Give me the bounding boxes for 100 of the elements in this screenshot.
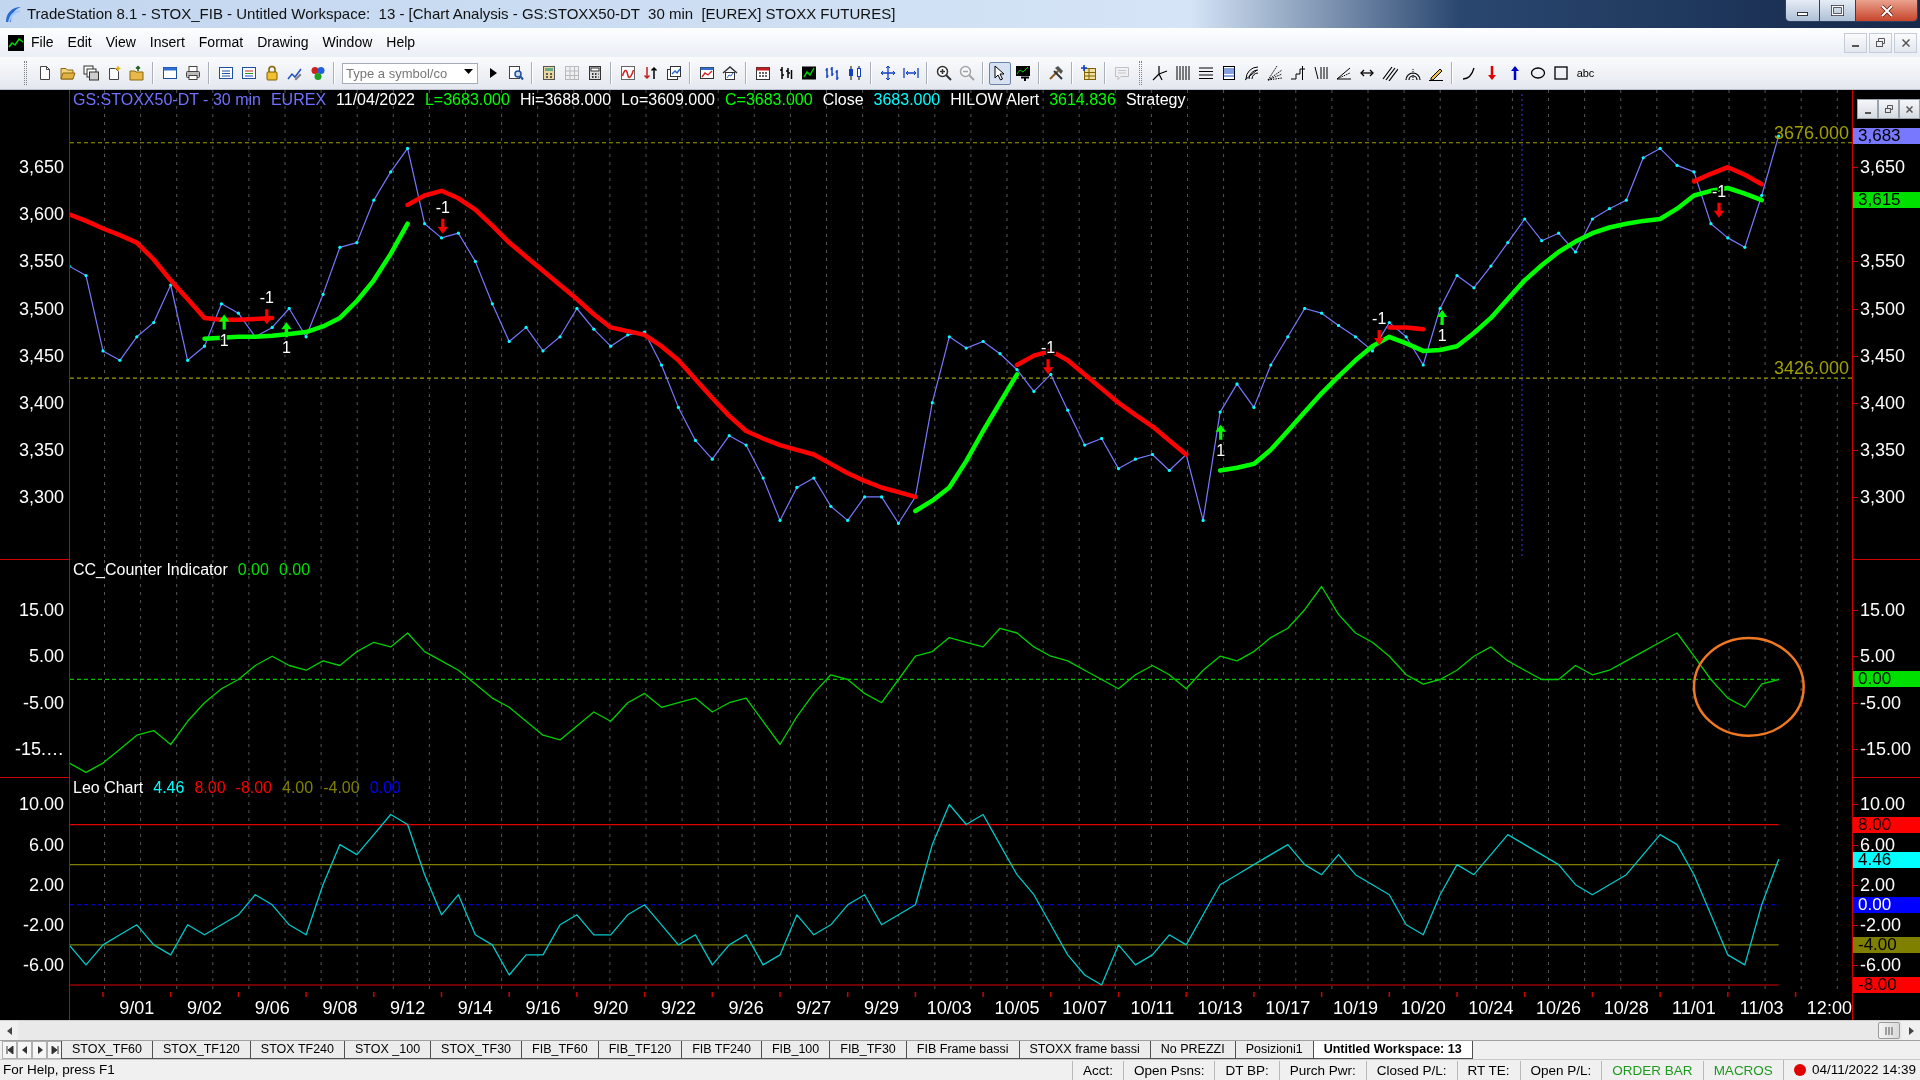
legend-label: 0.00 (369, 779, 401, 797)
axis-label: 2.00 (28, 876, 64, 893)
axis-label: -2.00 (1853, 916, 1902, 933)
legend-label: Strategy (1125, 91, 1186, 109)
axis-label: 3,400 (1853, 394, 1906, 411)
axis-label: 3,450 (18, 347, 64, 364)
axis-label: 3,400 (18, 394, 64, 411)
axis-label: 3,350 (18, 441, 64, 458)
signal-label: 1 (1216, 441, 1226, 459)
status-field: RT TE: (1456, 1060, 1520, 1080)
date-label: 10/28 (1603, 998, 1649, 1018)
axis-label: -2.00 (22, 916, 64, 933)
date-label: 9/26 (728, 998, 764, 1018)
date-label: 10/07 (1062, 998, 1108, 1018)
axis-label: 3,300 (1853, 488, 1906, 505)
axis-label: 6.00 (1853, 836, 1896, 853)
date-label: 9/27 (796, 998, 832, 1018)
date-label: 10/13 (1197, 998, 1243, 1018)
axis-label: 3,450 (1853, 347, 1906, 364)
axis-label: 2.00 (1853, 876, 1896, 893)
date-label: 9/08 (322, 998, 358, 1018)
window-title: TradeStation 8.1 - STOX_FIB - Untitled Workspace: 13 - [Chart Analysis - GS:STOXX50-DT 30 min [EUREX] STOXX FUTURES] (27, 3, 896, 24)
legend-label: C=3683.000 (725, 91, 813, 109)
date-label: 10/26 (1536, 998, 1582, 1018)
legend-label: -4.00 (323, 779, 360, 797)
axis-label: 3,500 (18, 300, 64, 317)
axis-label: 3,350 (1853, 441, 1906, 458)
legend-label: CC_Counter Indicator (73, 561, 228, 579)
date-label: 10/17 (1265, 998, 1311, 1018)
legend-label: Close (822, 91, 864, 109)
axis-label: 3,650 (18, 159, 64, 176)
legend-label: HILOW Alert (950, 91, 1040, 109)
legend-label: 3683.000 (873, 91, 941, 109)
last-value-label: 3,615 (1853, 192, 1920, 209)
clock: 04/11/2022 14:39 (1811, 1060, 1916, 1079)
axis-label: 3,600 (18, 206, 64, 223)
legend-label: 3614.836 (1049, 91, 1116, 109)
legend-label: 0.00 (237, 561, 269, 579)
status-field: DT BP: (1214, 1060, 1279, 1080)
axis-label: 15.00 (18, 601, 64, 618)
legend-label: Lo=3609.000 (621, 91, 715, 109)
axis-label: -5.00 (1853, 694, 1902, 711)
date-label: 11/01 (1672, 998, 1716, 1018)
axis-label: 5.00 (28, 648, 64, 665)
status-field: Closed P/L: (1365, 1060, 1457, 1080)
axis-label: 5.00 (1853, 648, 1896, 665)
last-value-label: 4.46 (1853, 852, 1920, 868)
date-label: 9/22 (660, 998, 696, 1018)
last-value-label: 8.00 (1853, 816, 1920, 833)
date-label: 10/24 (1468, 998, 1514, 1018)
date-label: 10/03 (926, 998, 972, 1018)
signal-label: -1 (435, 198, 450, 216)
status-field: MACROS (1702, 1060, 1783, 1080)
date-label: 9/01 (119, 998, 155, 1018)
axis-label: 10.00 (1853, 796, 1906, 813)
last-value-label: 0.00 (1853, 896, 1920, 913)
date-label: 10/11 (1130, 998, 1175, 1018)
legend-label: 4.46 (153, 779, 185, 797)
axis-label: -15.00 (1853, 741, 1912, 758)
status-text: For Help, press F1 (2, 1060, 116, 1079)
last-value-label: -4.00 (1853, 936, 1920, 953)
legend-label: Leo Chart (73, 779, 144, 797)
axis-label: 3,650 (1853, 159, 1906, 176)
status-field: Open Psns: (1122, 1060, 1215, 1080)
legend-label: 4.00 (282, 779, 314, 797)
date-label: 9/20 (593, 998, 629, 1018)
date-label: 9/12 (390, 998, 426, 1018)
status-field: Purch Pwr: (1278, 1060, 1366, 1080)
last-value-label: -8.00 (1853, 976, 1920, 993)
axis-label: 10.00 (18, 796, 64, 813)
date-label: 9/06 (254, 998, 290, 1018)
axis-label: -5.00 (22, 694, 64, 711)
date-label: 9/29 (864, 998, 900, 1018)
axis-label: 3,300 (18, 488, 64, 505)
date-label: 10/05 (994, 998, 1040, 1018)
status-field: ORDER BAR (1601, 1060, 1703, 1080)
last-value-label: 3,683 (1853, 128, 1920, 145)
axis-label: 6.00 (28, 836, 64, 853)
date-label: 11/03 (1739, 998, 1784, 1018)
legend-label: L=3683.000 (424, 91, 510, 109)
axis-label: 3,550 (1853, 253, 1906, 270)
axis-label: 3,550 (18, 253, 64, 270)
axis-label: -6.00 (1853, 956, 1902, 973)
status-field: Open P/L: (1519, 1060, 1602, 1080)
date-label: 12:00 (1806, 998, 1852, 1018)
axis-label: -6.00 (22, 956, 64, 973)
legend-label: 8.00 (194, 779, 226, 797)
date-label: 9/16 (525, 998, 561, 1018)
legend-label: 11/04/2022 (336, 91, 415, 109)
date-label: 9/02 (187, 998, 223, 1018)
legend-label: 0.00 (278, 561, 311, 579)
signal-label: 1 (282, 339, 291, 357)
level-label: 3426.000 (1773, 358, 1849, 379)
level-label: 3676.000 (1773, 122, 1849, 143)
legend-label: EUREX (270, 91, 327, 109)
legend-label: -8.00 (235, 779, 272, 797)
date-label: 10/20 (1400, 998, 1446, 1018)
axis-label: -15.… (14, 741, 64, 758)
legend-label: Hi=3688.000 (519, 91, 612, 109)
signal-label: -1 (1372, 309, 1387, 327)
